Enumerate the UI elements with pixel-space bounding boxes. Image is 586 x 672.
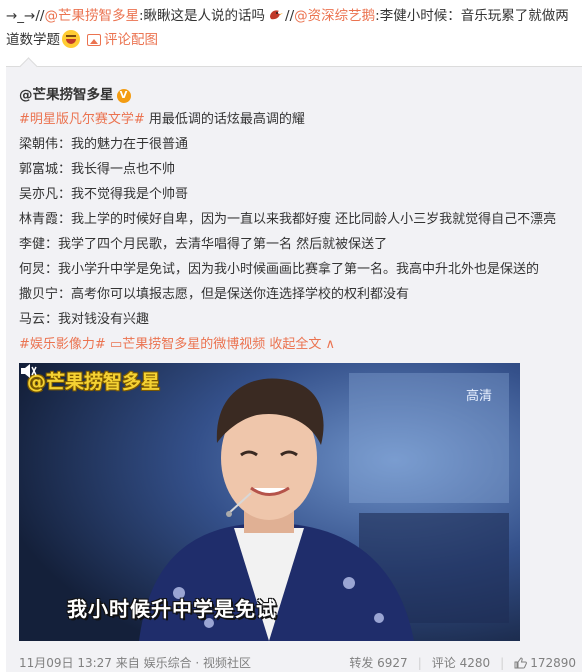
chevron-up-icon: ∧ xyxy=(321,337,336,352)
speaker: 何炅 xyxy=(19,262,46,277)
line-text: ：我不觉得我是个帅哥 xyxy=(58,187,189,202)
line-text: ：我上学的时候好自卑，因为一直以来我都好瘦 还比同龄人小三岁我就觉得自己不漂亮 xyxy=(58,212,557,227)
post-line-0: #明星版凡尔赛文学# 用最低调的话炫最高调的耀 xyxy=(19,107,575,132)
post-line-8: 马云：我对钱没有兴趣 xyxy=(19,307,575,332)
video-link-label[interactable]: 芒果捞智多星的微博视频 xyxy=(122,337,265,352)
like-count[interactable]: 172890 xyxy=(530,656,576,670)
author-name[interactable]: @芒果捞智多星 xyxy=(19,87,114,103)
line-text: ：我小学升中学是免试，因为我小时候画画比赛拿了第一名。我高中升北外也是保送的 xyxy=(45,262,540,277)
original-author[interactable]: @芒果捞智多星 V xyxy=(19,83,131,103)
thumbs-up-icon xyxy=(514,657,528,669)
video-watermark: @芒果捞智多星 xyxy=(27,371,161,393)
video-player[interactable]: @芒果捞智多星 高清 我小时候升中学是免试 xyxy=(19,363,520,641)
repost-sep: // xyxy=(285,8,295,24)
line-text: 用最低调的话炫最高调的耀 xyxy=(144,112,305,127)
collapse-label[interactable]: 收起全文 xyxy=(269,337,321,352)
user-link-2[interactable]: @资深综艺鹅 xyxy=(294,8,375,24)
post-line-7: 撒贝宁：高考你可以填报志愿，但是保送你连选择学校的权利都没有 xyxy=(19,282,575,307)
speaker: 马云 xyxy=(19,312,46,327)
quality-label: 高清 xyxy=(465,389,492,404)
post-tag-line: #娱乐影像力# ▭芒果捞智多星的微博视频 收起全文 ∧ xyxy=(19,332,575,357)
line-text: ：我长得一点也不帅 xyxy=(58,162,176,177)
original-post-card: @芒果捞智多星 V #明星版凡尔赛文学# 用最低调的话炫最高调的耀 梁朝伟：我的魅… xyxy=(6,66,582,672)
comment-label[interactable]: 评论 xyxy=(432,656,456,670)
bird-emoji-icon xyxy=(270,10,284,20)
speaker: 李健 xyxy=(19,237,46,252)
post-date[interactable]: 11月09日 13:27 xyxy=(19,656,112,670)
post-line-1: 梁朝伟：我的魅力在于很普通 xyxy=(19,132,575,157)
repost-text: →_→//@芒果捞智多星:瞅瞅这是人说的话吗//@资深综艺鹅:李健小时候：音乐玩… xyxy=(6,4,582,52)
post-line-6: 何炅：我小学升中学是免试，因为我小时候画画比赛拿了第一名。我高中升北外也是保送的 xyxy=(19,257,575,282)
speaker: 吴亦凡 xyxy=(19,187,59,202)
verified-badge-icon: V xyxy=(116,89,131,103)
line-text: ：我学了四个月民歌，去清华唱得了第一名 然后就被保送了 xyxy=(45,237,388,252)
like-button[interactable]: 172890 xyxy=(514,656,576,670)
repost-arrow: →_→// xyxy=(6,8,45,24)
repost-count[interactable]: 6927 xyxy=(377,656,408,670)
speaker: 郭富城 xyxy=(19,162,59,177)
repost-text-1: :瞅瞅这是人说的话吗 xyxy=(138,8,266,24)
speaker: 撒贝宁 xyxy=(19,287,59,302)
post-line-3: 吴亦凡：我不觉得我是个帅哥 xyxy=(19,182,575,207)
post-source[interactable]: 来自 娱乐综合 · 视频社区 xyxy=(116,656,251,670)
comment-button[interactable]: 评论 4280 xyxy=(432,656,490,670)
post-footer: 11月09日 13:27 来自 娱乐综合 · 视频社区 转发 6927 | 评论 4… xyxy=(19,656,576,670)
collapse-link[interactable]: 收起全文 ∧ xyxy=(269,337,335,352)
topic-tag[interactable]: #明星版凡尔赛文学# xyxy=(19,112,145,127)
post-line-2: 郭富城：我长得一点也不帅 xyxy=(19,157,575,182)
topic-tag-2[interactable]: #娱乐影像力# xyxy=(19,337,106,352)
picture-icon xyxy=(87,34,101,46)
comment-count[interactable]: 4280 xyxy=(460,656,491,670)
line-text: ：高考你可以填报志愿，但是保送你连选择学校的权利都没有 xyxy=(58,287,410,302)
post-lines: #明星版凡尔赛文学# 用最低调的话炫最高调的耀 梁朝伟：我的魅力在于很普通 郭富… xyxy=(19,107,575,357)
repost-button[interactable]: 转发 6927 xyxy=(349,656,407,670)
repost-label[interactable]: 转发 xyxy=(349,656,373,670)
video-screen-icon: ▭ xyxy=(109,337,123,352)
comment-image-link[interactable]: 评论配图 xyxy=(104,32,158,48)
video-link[interactable]: ▭芒果捞智多星的微博视频 xyxy=(110,337,265,352)
speaker: 梁朝伟 xyxy=(19,137,59,152)
video-subtitle: 我小时候升中学是免试 xyxy=(67,597,277,621)
line-text: ：我对钱没有兴趣 xyxy=(45,312,150,327)
post-line-5: 李健：我学了四个月民歌，去清华唱得了第一名 然后就被保送了 xyxy=(19,232,575,257)
grin-emoji-icon xyxy=(62,30,80,48)
line-text: ：我的魅力在于很普通 xyxy=(58,137,189,152)
speaker: 林青霞 xyxy=(19,212,59,227)
mute-icon[interactable] xyxy=(19,363,37,379)
user-link-1[interactable]: @芒果捞智多星 xyxy=(44,8,139,24)
post-line-4: 林青霞：我上学的时候好自卑，因为一直以来我都好瘦 还比同龄人小三岁我就觉得自己不… xyxy=(19,207,575,232)
